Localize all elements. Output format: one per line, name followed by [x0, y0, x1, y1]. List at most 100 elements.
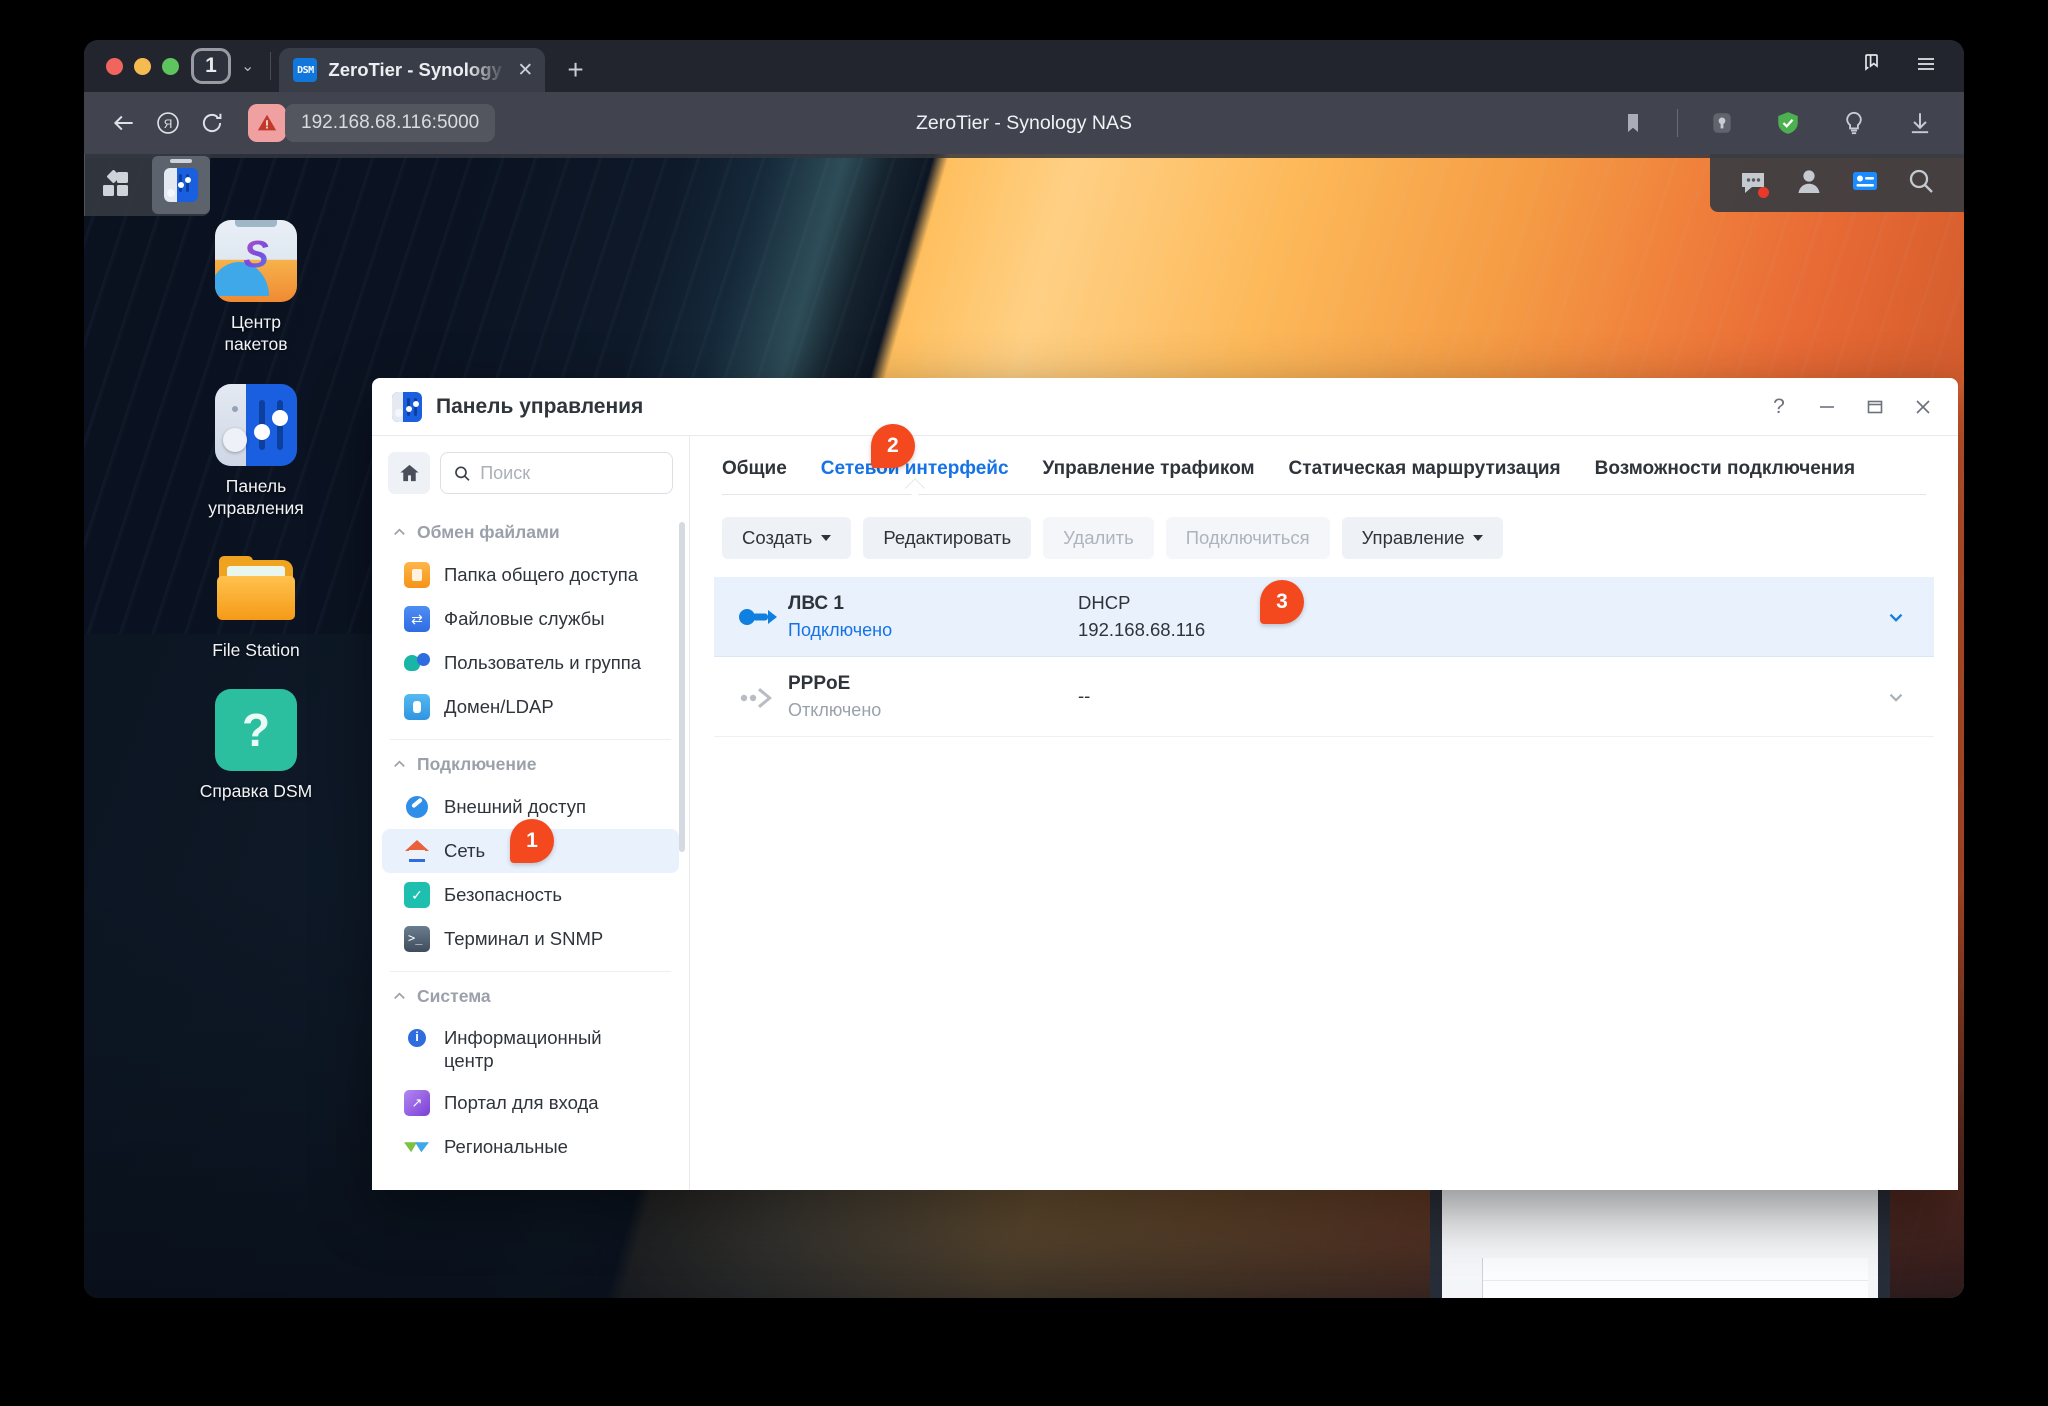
window-title: Панель управления [436, 394, 644, 418]
tab-traffic-control[interactable]: Управление трафиком [1043, 458, 1255, 494]
tab-label: Сетевой интерфейс [820, 458, 1009, 479]
dsm-main-menu-button[interactable] [84, 154, 146, 216]
create-button[interactable]: Создать [722, 517, 852, 559]
edit-button[interactable]: Редактировать [863, 517, 1032, 559]
home-icon[interactable] [388, 452, 430, 494]
maximize-button[interactable] [1854, 386, 1896, 428]
close-button[interactable] [1902, 386, 1944, 428]
tab-counter-group[interactable]: 1 ⌄ [191, 40, 262, 92]
help-button[interactable]: ? [1758, 386, 1800, 428]
tab-general[interactable]: Общие [722, 458, 787, 494]
sidebar-group-label: Обмен файлами [417, 522, 560, 542]
zoom-window-button[interactable] [162, 57, 179, 75]
address-bar[interactable]: 192.168.68.116:5000 [285, 104, 496, 142]
network-icon [404, 838, 430, 864]
sidebar-item-label: Региональные [444, 1136, 568, 1158]
tab-bar: Общие Сетевой интерфейс 2 Управление тра… [714, 424, 1934, 494]
sidebar-item-label: Пользователь и группа [444, 652, 642, 673]
search-input-wrapper[interactable] [440, 452, 673, 494]
sidebar-item-terminal-snmp[interactable]: Терминал и SNMP [382, 917, 679, 961]
sidebar-group-system[interactable]: Система [372, 972, 689, 1017]
info-icon [404, 1028, 430, 1054]
browser-tabstrip: 1 ⌄ DSM ZeroTier - Synology NAS ✕ + [84, 40, 1964, 92]
chevron-down-icon[interactable]: ⌄ [233, 56, 262, 76]
sidebar-item-label: Сеть [444, 840, 486, 861]
file-services-icon [404, 606, 430, 632]
sidebar-item-regional[interactable]: Региональные [382, 1125, 679, 1169]
desktop-icon-control-panel[interactable]: Панель управления [176, 383, 336, 520]
desktop-icon-list: S Центр пакетов Панель управления File St… [176, 220, 336, 830]
chevron-down-icon [821, 535, 832, 541]
tab-static-route[interactable]: Статическая маршрутизация [1289, 458, 1561, 494]
close-icon[interactable]: ✕ [517, 61, 533, 80]
sidebar-item-file-services[interactable]: Файловые службы [382, 597, 679, 641]
tab-connectivity[interactable]: Возможности подключения [1595, 458, 1855, 494]
key-icon[interactable] [1700, 101, 1744, 145]
close-window-button[interactable] [106, 57, 123, 75]
package-center-icon: S [215, 220, 297, 302]
lightbulb-icon[interactable] [1832, 101, 1876, 145]
external-access-icon [404, 794, 430, 820]
svg-text:Я: Я [164, 117, 173, 131]
user-icon[interactable] [1794, 166, 1824, 201]
desktop-icon-dsm-help[interactable]: Справка DSM [176, 688, 336, 802]
download-icon[interactable] [1898, 101, 1942, 145]
back-button[interactable] [102, 101, 146, 145]
notifications-icon[interactable] [1850, 166, 1880, 201]
interface-toolbar: Создать Редактировать Удалить Подключить… [714, 495, 1934, 577]
sidebar-group-file-sharing[interactable]: Обмен файлами [372, 508, 689, 553]
warning-icon[interactable] [248, 104, 286, 142]
sidebar-item-login-portal[interactable]: Портал для входа [382, 1081, 679, 1125]
interface-protocol: DHCP [1078, 591, 1131, 613]
dsm-desktop: S Центр пакетов Панель управления File St… [84, 154, 1964, 1298]
interface-row-pppoe[interactable]: PPPoE Отключено -- [714, 657, 1934, 737]
callout-badge-2: 2 [870, 424, 915, 468]
sidebar-scrollbar[interactable] [679, 522, 685, 852]
dsm-taskbar-control-panel[interactable] [152, 156, 210, 214]
search-input[interactable] [480, 462, 660, 484]
control-panel-icon [392, 391, 422, 422]
desktop-icon-label: File Station [212, 639, 300, 660]
sidebar-item-network[interactable]: Сеть 1 [382, 819, 679, 873]
chevron-down-icon[interactable] [1876, 686, 1916, 708]
search-icon[interactable] [1906, 166, 1936, 201]
minimize-window-button[interactable] [134, 57, 151, 75]
sidebar-group-connectivity[interactable]: Подключение [372, 740, 689, 785]
sidebar-item-label: Файловые службы [444, 608, 605, 629]
sidebar-item-label: Внешний доступ [444, 796, 586, 817]
pppoe-disconnected-icon [728, 684, 788, 710]
chevron-down-icon[interactable] [1876, 606, 1916, 628]
control-panel-titlebar: Панель управления ? [372, 378, 1958, 436]
lan-connected-icon [728, 604, 788, 630]
reload-button[interactable] [190, 101, 234, 145]
tab-count-badge[interactable]: 1 [191, 48, 231, 84]
sidebar-item-security[interactable]: Безопасность [382, 873, 679, 917]
manage-button-label: Управление [1361, 527, 1465, 548]
browser-tab[interactable]: DSM ZeroTier - Synology NAS ✕ [279, 48, 546, 92]
window-traffic-lights [100, 40, 191, 92]
interface-status: Подключено [788, 620, 893, 641]
new-tab-button[interactable]: + [545, 48, 605, 92]
chat-icon[interactable] [1738, 168, 1769, 198]
hamburger-menu-icon[interactable] [1914, 52, 1938, 81]
desktop-icon-file-station[interactable]: File Station [176, 548, 336, 661]
dsm-taskbar-left [84, 154, 210, 216]
interface-name: PPPoE [788, 672, 851, 694]
manage-button[interactable]: Управление [1341, 517, 1504, 559]
sidebar-item-info-center[interactable]: Информационный центр [382, 1017, 679, 1081]
callout-badge-3: 3 [1260, 579, 1304, 624]
tab-network-interface[interactable]: Сетевой интерфейс 2 [820, 424, 1009, 494]
yandex-logo-icon[interactable]: Я [146, 101, 190, 145]
minimize-button[interactable] [1806, 386, 1848, 428]
sidebar-item-domain-ldap[interactable]: Домен/LDAP [382, 685, 679, 729]
desktop-icon-package-center[interactable]: S Центр пакетов [176, 220, 336, 356]
bookmark-icon[interactable] [1611, 101, 1655, 145]
sidebar-item-label: Информационный центр [444, 1027, 602, 1072]
sidebar-item-user-group[interactable]: Пользователь и группа [382, 641, 679, 685]
bookmarks-icon[interactable] [1860, 52, 1884, 81]
shield-check-icon[interactable] [1766, 101, 1810, 145]
shield-icon [404, 882, 430, 908]
domain-ldap-icon [404, 694, 430, 720]
interface-row-lan1[interactable]: ЛВС 1 Подключено DHCP 192.168.68.116 3 [714, 577, 1934, 657]
sidebar-item-shared-folder[interactable]: Папка общего доступа [382, 553, 679, 597]
